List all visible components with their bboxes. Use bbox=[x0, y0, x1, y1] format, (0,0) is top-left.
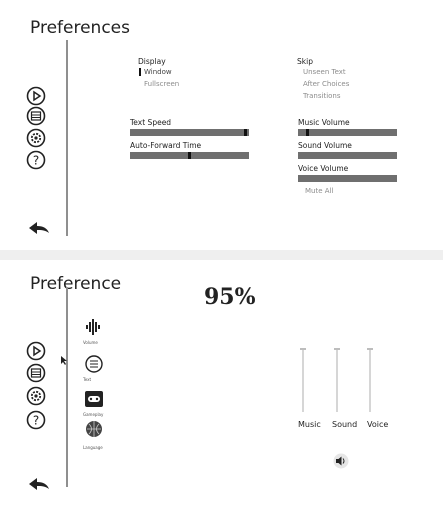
gear-icon[interactable] bbox=[26, 128, 46, 148]
preferences-screen-bottom: Preference 95% ? Volume Text Gameplay La… bbox=[0, 260, 443, 507]
category-label-volume: Volume bbox=[83, 340, 98, 345]
category-label-gameplay: Gameplay bbox=[83, 412, 104, 417]
text-speed-label: Text Speed bbox=[130, 118, 172, 127]
back-arrow-icon[interactable] bbox=[28, 220, 50, 236]
speaker-icon[interactable] bbox=[333, 453, 349, 469]
music-slider-label: Music bbox=[298, 420, 321, 429]
percent-readout: 95% bbox=[204, 284, 256, 310]
language-icon[interactable] bbox=[84, 420, 104, 438]
music-slider[interactable] bbox=[302, 350, 304, 412]
skip-option-transitions[interactable]: Transitions bbox=[303, 92, 341, 100]
save-icon[interactable] bbox=[26, 106, 46, 126]
selected-marker bbox=[139, 68, 141, 76]
page-title: Preferences bbox=[30, 18, 130, 38]
sound-volume-slider[interactable] bbox=[298, 152, 397, 159]
preferences-screen-top: Preferences ? Display Window Fullscreen … bbox=[0, 0, 443, 250]
gamepad-icon[interactable] bbox=[84, 390, 104, 408]
skip-option-after-choices[interactable]: After Choices bbox=[303, 80, 349, 88]
mouse-cursor-icon bbox=[61, 356, 67, 365]
page-title-bottom: Preference bbox=[30, 274, 122, 294]
sound-volume-label: Sound Volume bbox=[298, 141, 352, 150]
svg-text:?: ? bbox=[33, 154, 39, 168]
auto-forward-thumb[interactable] bbox=[188, 152, 191, 159]
help-icon[interactable]: ? bbox=[26, 410, 46, 430]
category-label-text: Text bbox=[83, 377, 92, 382]
voice-slider-label: Voice bbox=[367, 420, 389, 429]
music-volume-label: Music Volume bbox=[298, 118, 350, 127]
sidebar-divider bbox=[66, 40, 68, 236]
skip-heading: Skip bbox=[297, 57, 313, 66]
gear-icon[interactable] bbox=[26, 386, 46, 406]
sound-slider[interactable] bbox=[336, 350, 338, 412]
svg-text:?: ? bbox=[33, 414, 39, 428]
save-icon[interactable] bbox=[26, 363, 46, 383]
voice-slider[interactable] bbox=[369, 350, 371, 412]
display-option-window[interactable]: Window bbox=[144, 68, 172, 76]
auto-forward-slider[interactable] bbox=[130, 152, 249, 159]
text-icon[interactable] bbox=[84, 355, 104, 373]
play-icon[interactable] bbox=[26, 341, 46, 361]
voice-volume-slider[interactable] bbox=[298, 175, 397, 182]
category-label-language: Language bbox=[83, 445, 103, 450]
volume-icon[interactable] bbox=[84, 318, 104, 336]
sidebar-divider-bottom bbox=[66, 287, 68, 487]
mute-all-button[interactable]: Mute All bbox=[305, 187, 333, 195]
display-heading: Display bbox=[138, 57, 166, 66]
display-option-fullscreen[interactable]: Fullscreen bbox=[144, 80, 179, 88]
sound-slider-label: Sound bbox=[332, 420, 358, 429]
text-speed-thumb[interactable] bbox=[244, 129, 247, 136]
auto-forward-label: Auto-Forward Time bbox=[130, 141, 202, 150]
music-volume-thumb[interactable] bbox=[306, 129, 309, 136]
voice-volume-label: Voice Volume bbox=[298, 164, 349, 173]
music-volume-slider[interactable] bbox=[298, 129, 397, 136]
text-speed-slider[interactable] bbox=[130, 129, 249, 136]
back-arrow-icon[interactable] bbox=[28, 476, 50, 492]
skip-option-unseen-text[interactable]: Unseen Text bbox=[303, 68, 346, 76]
help-icon[interactable]: ? bbox=[26, 150, 46, 170]
play-icon[interactable] bbox=[26, 86, 46, 106]
screenshot-divider bbox=[0, 250, 443, 260]
